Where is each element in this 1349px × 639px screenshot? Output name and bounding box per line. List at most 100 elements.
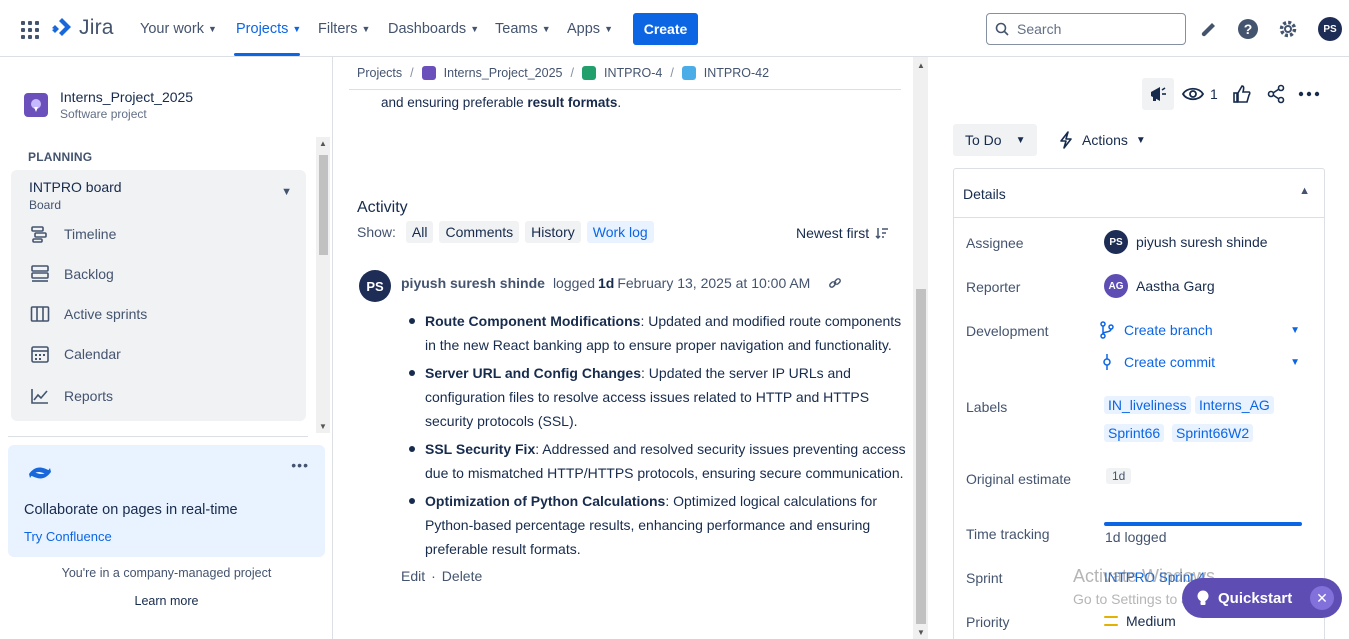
sidebar-item-timeline[interactable]: Timeline — [30, 224, 116, 244]
nav-filters[interactable]: Filters ▼ — [318, 19, 370, 39]
project-name[interactable]: Interns_Project_2025 — [60, 89, 193, 105]
status-dropdown[interactable]: To Do ▼ — [953, 124, 1037, 156]
description-bold: result formats — [527, 95, 618, 110]
thumbs-up-icon — [1233, 85, 1251, 103]
lightning-icon — [1060, 131, 1072, 149]
megaphone-icon — [1151, 87, 1166, 101]
jira-logo[interactable]: Jira — [51, 16, 114, 40]
label-chip[interactable]: Interns_AG — [1195, 396, 1274, 414]
priority-field[interactable]: Medium — [1104, 613, 1176, 629]
breadcrumb-issue[interactable]: INTPRO-42 — [704, 66, 769, 80]
nav-label: Teams — [495, 21, 538, 37]
app-name: Jira — [79, 16, 114, 39]
nav-apps[interactable]: Apps ▼ — [567, 19, 613, 39]
search-input[interactable]: Search — [986, 13, 1186, 45]
chevron-down-icon: ▼ — [1015, 134, 1026, 146]
learn-more-link[interactable]: Learn more — [0, 594, 333, 608]
feedback-button[interactable] — [1142, 78, 1174, 110]
details-header[interactable]: Details ▲ — [954, 169, 1324, 218]
chevron-down-icon: ▼ — [292, 24, 302, 34]
filter-all[interactable]: All — [405, 221, 434, 243]
chevron-down-icon[interactable]: ▼ — [281, 186, 292, 198]
avatar[interactable]: PS — [359, 270, 391, 302]
scroll-down-icon[interactable]: ▼ — [319, 422, 327, 431]
filter-history[interactable]: History — [525, 221, 581, 243]
create-branch-label: Create branch — [1124, 322, 1213, 338]
breadcrumb-parent-issue[interactable]: INTPRO-4 — [604, 66, 662, 80]
quickstart-label: Quickstart — [1218, 589, 1293, 607]
priority-value: Medium — [1126, 613, 1176, 629]
worklog-description: Route Component Modifications: Updated a… — [409, 309, 909, 565]
watch-button[interactable]: 1 — [1182, 82, 1218, 106]
sidebar-item-active-sprints[interactable]: Active sprints — [30, 304, 147, 324]
avatar: AG — [1104, 274, 1128, 298]
chevron-up-icon[interactable]: ▲ — [1299, 185, 1310, 197]
active-nav-indicator — [234, 53, 300, 56]
sidebar-item-reports[interactable]: Reports — [30, 386, 113, 406]
try-confluence-link[interactable]: Try Confluence — [24, 529, 112, 544]
bullet-title: Optimization of Python Calculations — [425, 493, 666, 509]
label-chip[interactable]: Sprint66W2 — [1172, 424, 1254, 442]
settings-button[interactable] — [1276, 17, 1300, 41]
edit-button[interactable]: Edit — [401, 568, 425, 584]
chevron-down-icon[interactable]: ▼ — [1290, 325, 1300, 336]
app-switcher-icon[interactable] — [21, 21, 39, 39]
worklog-author[interactable]: piyush suresh shinde — [401, 275, 545, 291]
project-sidebar: Interns_Project_2025 Software project PL… — [0, 57, 333, 639]
filter-comments[interactable]: Comments — [439, 221, 520, 243]
scrollbar-thumb[interactable] — [319, 155, 328, 255]
sidebar-item-backlog[interactable]: Backlog — [30, 264, 114, 284]
more-options-button[interactable] — [1298, 82, 1320, 106]
breadcrumb-separator: / — [570, 66, 574, 80]
nav-teams[interactable]: Teams ▼ — [495, 19, 551, 39]
scroll-up-icon[interactable]: ▲ — [319, 139, 327, 148]
chevron-down-icon: ▼ — [470, 24, 480, 34]
sidebar-item-calendar[interactable]: Calendar — [30, 344, 121, 364]
delete-button[interactable]: Delete — [442, 568, 482, 584]
close-icon[interactable]: ✕ — [1310, 586, 1334, 610]
breadcrumb-project[interactable]: Interns_Project_2025 — [444, 66, 563, 80]
chevron-down-icon[interactable]: ▼ — [1290, 357, 1300, 368]
more-icon — [1298, 91, 1320, 97]
breadcrumb-projects[interactable]: Projects — [357, 66, 402, 80]
status-label: To Do — [965, 132, 1002, 148]
nav-your-work[interactable]: Your work ▼ — [140, 19, 217, 39]
assignee-field[interactable]: PS piyush suresh shinde — [1104, 230, 1268, 254]
create-branch-button[interactable]: Create branch ▼ — [1100, 321, 1300, 339]
reporter-field[interactable]: AG Aastha Garg — [1104, 274, 1215, 298]
sort-button[interactable]: Newest first — [796, 225, 889, 241]
bell-icon — [1201, 23, 1215, 37]
timeline-icon — [30, 224, 50, 244]
scroll-up-icon[interactable]: ▲ — [917, 61, 925, 70]
scroll-down-icon[interactable]: ▼ — [917, 628, 925, 637]
nav-dashboards[interactable]: Dashboards ▼ — [388, 19, 479, 39]
label-chip[interactable]: IN_liveliness — [1104, 396, 1191, 414]
profile-avatar[interactable]: PS — [1318, 17, 1342, 41]
scrollbar-thumb[interactable] — [916, 289, 926, 624]
time-tracking-bar[interactable] — [1104, 522, 1302, 526]
vote-button[interactable] — [1232, 82, 1252, 106]
notifications-button[interactable] — [1197, 17, 1221, 41]
actions-button[interactable]: Actions ▼ — [1058, 124, 1146, 156]
original-estimate-value[interactable]: 1d — [1106, 468, 1132, 484]
more-options-icon[interactable]: ••• — [291, 457, 309, 473]
help-button[interactable]: ? — [1236, 17, 1260, 41]
nav-projects[interactable]: Projects ▼ — [236, 19, 301, 39]
backlog-icon — [30, 264, 50, 284]
board-group: INTPRO board Board ▼ — [11, 170, 306, 421]
link-icon[interactable] — [828, 276, 842, 290]
board-title[interactable]: INTPRO board — [29, 179, 122, 195]
share-button[interactable] — [1266, 82, 1286, 106]
chevron-down-icon: ▼ — [207, 24, 217, 34]
board-icon — [30, 304, 50, 324]
sprint-label: Sprint — [966, 570, 1003, 586]
time-tracking-fill — [1104, 522, 1302, 526]
main-scrollbar[interactable]: ▲ ▼ — [913, 57, 928, 639]
sidebar-scrollbar[interactable]: ▲ ▼ — [316, 137, 330, 433]
create-button[interactable]: Create — [633, 13, 698, 45]
quickstart-button[interactable]: Quickstart ✕ — [1182, 578, 1342, 618]
label-chip[interactable]: Sprint66 — [1104, 424, 1165, 442]
filter-work-log[interactable]: Work log — [586, 221, 654, 243]
gear-icon — [1279, 20, 1297, 38]
create-commit-button[interactable]: Create commit ▼ — [1100, 353, 1300, 371]
